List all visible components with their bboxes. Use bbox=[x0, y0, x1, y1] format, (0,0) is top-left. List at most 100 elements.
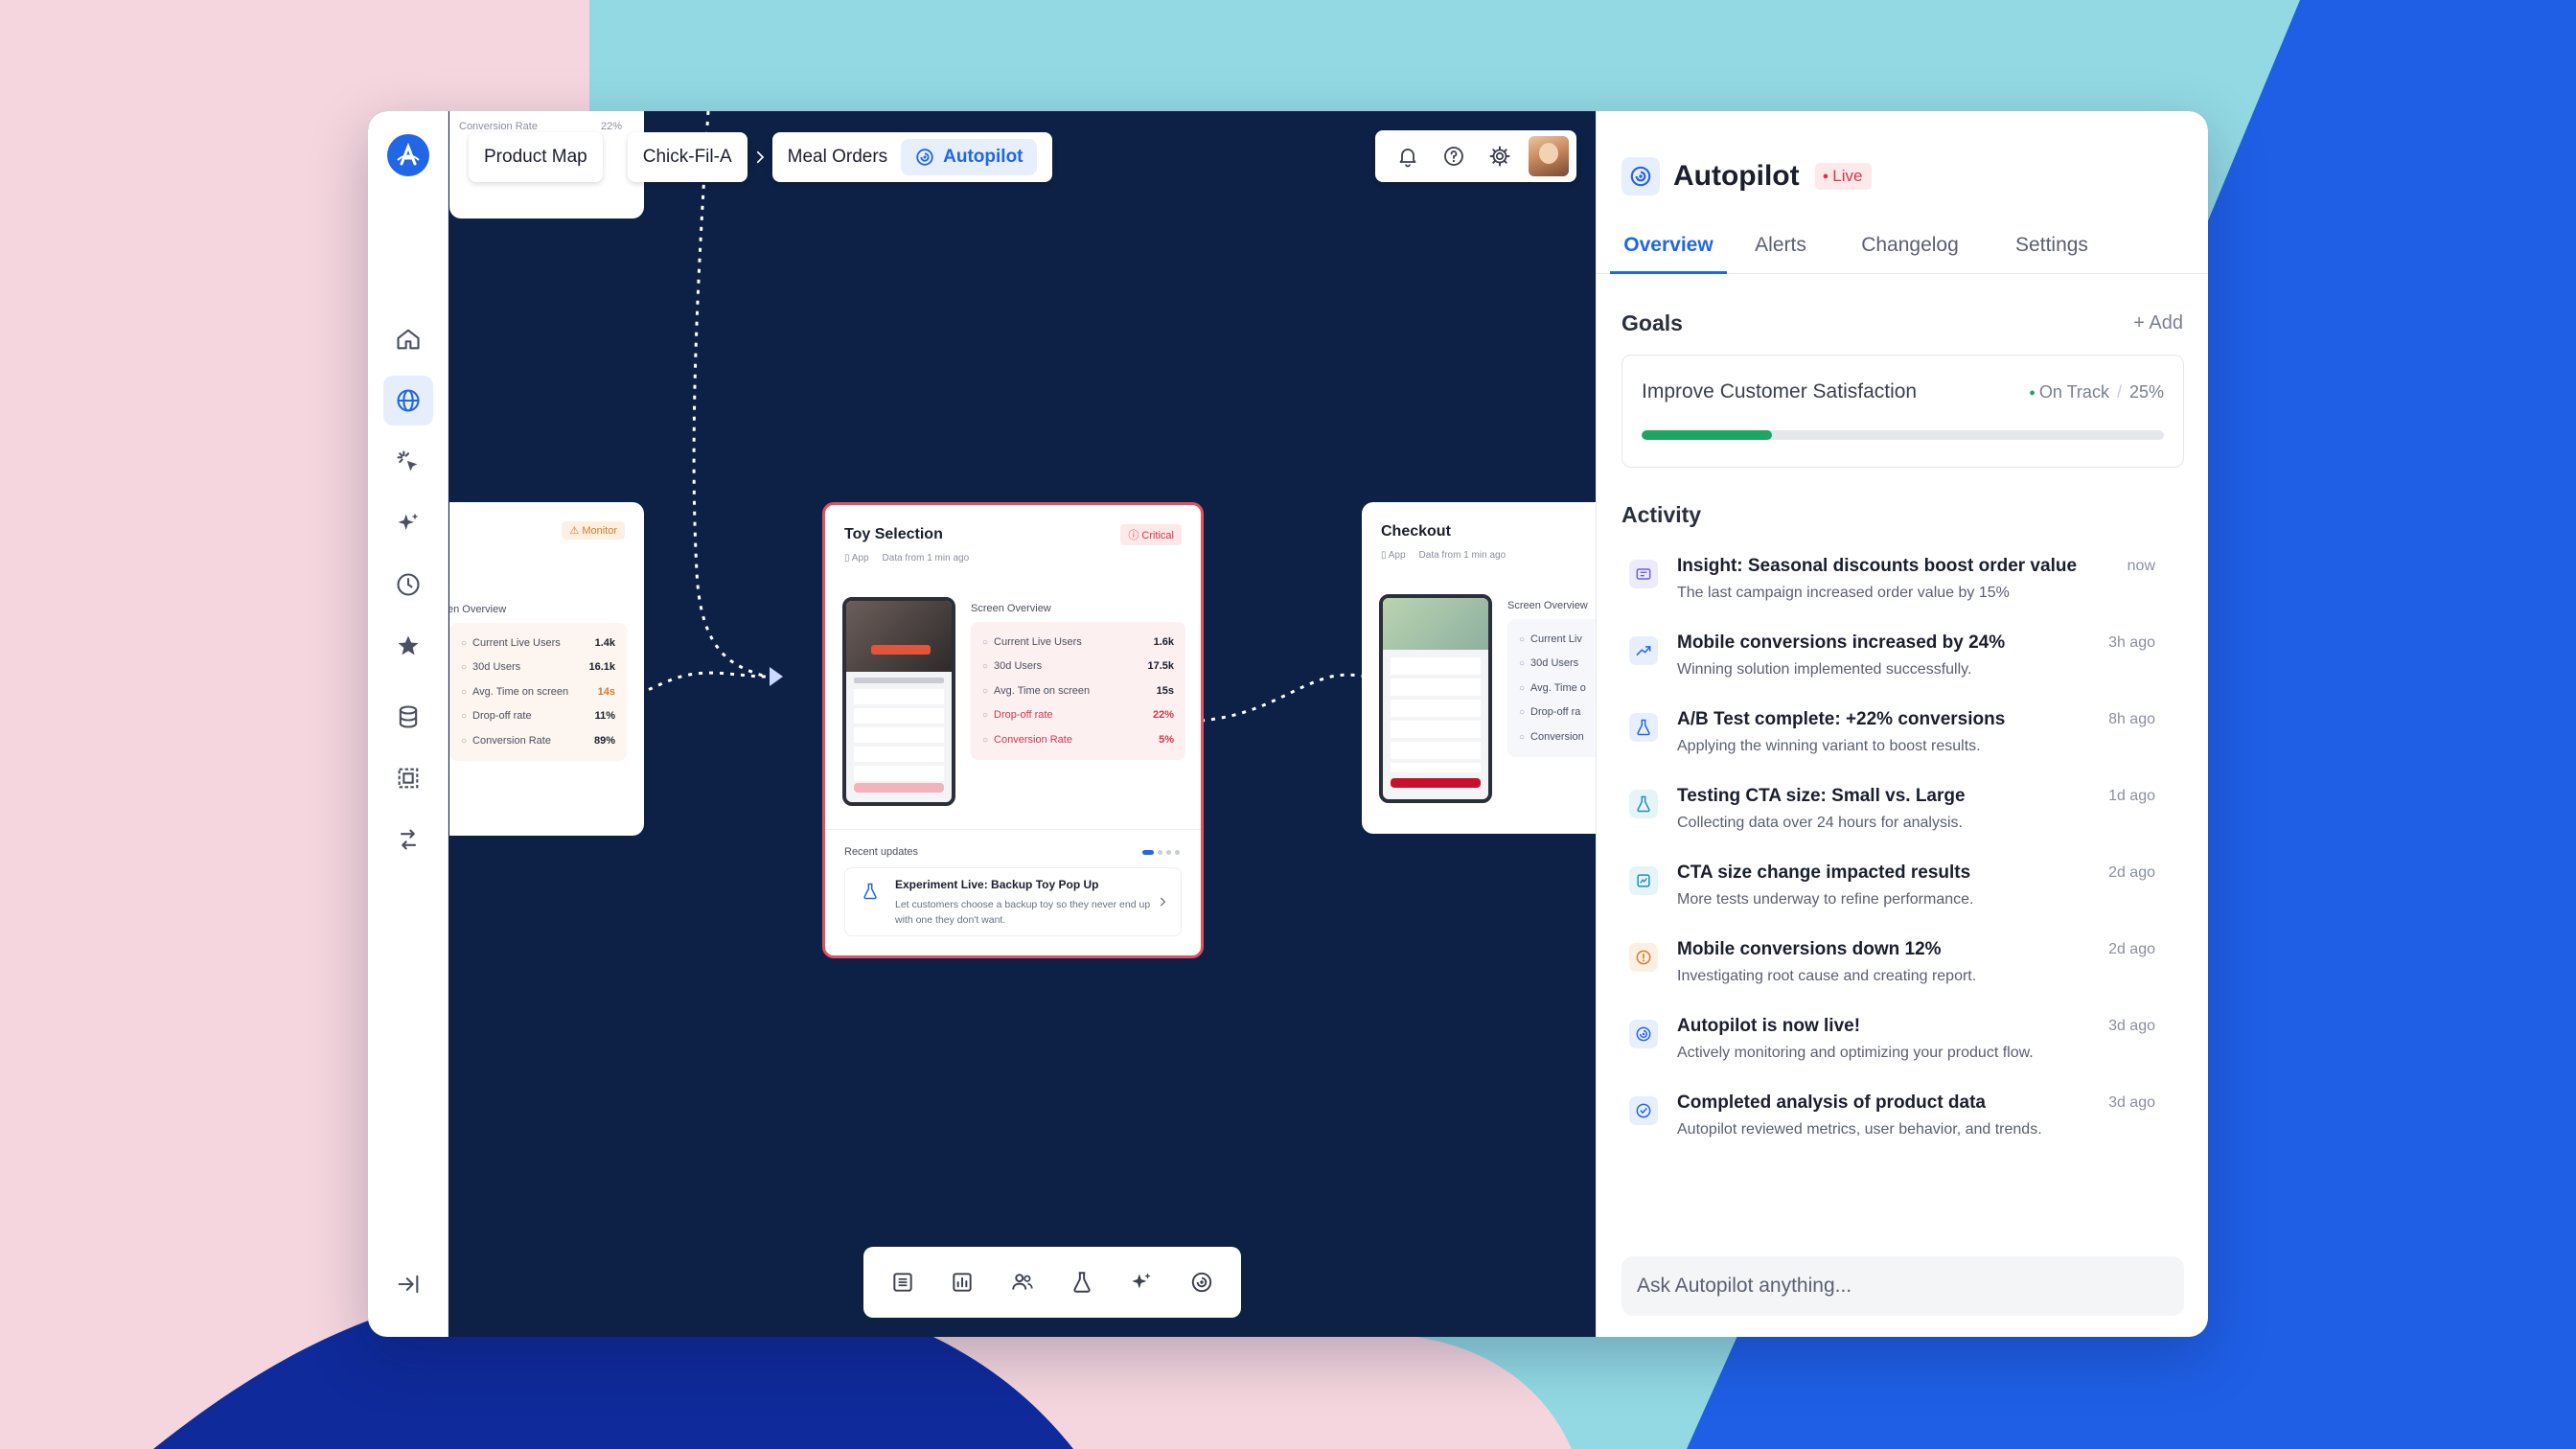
metric-label: Current Liv bbox=[1519, 633, 1582, 645]
sparkles-icon bbox=[1132, 1273, 1152, 1289]
cursor-click-icon bbox=[397, 450, 418, 472]
activity-title: Autopilot is now live! bbox=[1677, 1016, 1861, 1036]
activity-item[interactable]: Autopilot is now live! Actively monitori… bbox=[1622, 1014, 2184, 1091]
activity-item[interactable]: Mobile conversions down 12% Investigatin… bbox=[1622, 937, 2184, 1014]
settings-button[interactable] bbox=[1477, 133, 1523, 179]
activity-item[interactable]: A/B Test complete: +22% conversions Appl… bbox=[1622, 707, 2184, 784]
chart-icon bbox=[1629, 866, 1658, 895]
toolbar-list-button[interactable] bbox=[878, 1257, 928, 1307]
update-item[interactable]: Experiment Live: Backup Toy Pop Up Let c… bbox=[844, 867, 1182, 936]
tab-changelog[interactable]: Changelog bbox=[1848, 226, 1972, 274]
goal-progress-fill bbox=[1642, 430, 1773, 440]
activity-item[interactable]: Insight: Seasonal discounts boost order … bbox=[1622, 554, 2184, 631]
toolbar-ai-button[interactable] bbox=[1116, 1257, 1166, 1307]
autopilot-toggle-pill[interactable]: Autopilot bbox=[901, 139, 1037, 175]
metric-row: Current Live Users 1.4k bbox=[461, 631, 615, 656]
screen-thumbnail[interactable] bbox=[1379, 594, 1492, 803]
autopilot-icon bbox=[1629, 1020, 1658, 1048]
activity-time: 3d ago bbox=[2108, 1018, 2155, 1034]
metric-label: Conversion Rate bbox=[982, 734, 1072, 746]
screen-card-checkout[interactable]: Checkout ▯ App Data from 1 min ago Scree… bbox=[1362, 502, 1596, 834]
sidebar-item-data[interactable] bbox=[383, 692, 433, 742]
activity-item[interactable]: Testing CTA size: Small vs. Large Collec… bbox=[1622, 784, 2184, 861]
panel-header: Autopilot Live bbox=[1622, 157, 1873, 196]
tab-settings[interactable]: Settings bbox=[1999, 226, 2104, 274]
breadcrumb: Product Map Chick-Fil-A Meal Orders Auto… bbox=[469, 132, 1052, 182]
sidebar-rail bbox=[368, 111, 448, 1337]
user-avatar[interactable] bbox=[1529, 136, 1569, 176]
sidebar-item-history[interactable] bbox=[383, 560, 433, 610]
sidebar-item-flows[interactable] bbox=[383, 815, 433, 864]
metric-value: 1.4k bbox=[594, 636, 615, 649]
activity-title: Activity bbox=[1622, 502, 1702, 527]
breadcrumb-meal-orders[interactable]: Meal Orders Autopilot bbox=[771, 132, 1052, 182]
dot bbox=[1166, 850, 1171, 855]
metric-row: Conversion Rate 5% bbox=[982, 727, 1174, 752]
toolbar-experiments-button[interactable] bbox=[1057, 1257, 1107, 1307]
platform-label: ▯ App bbox=[1381, 550, 1406, 561]
activity-time: 2d ago bbox=[2108, 941, 2155, 957]
metric-row: Conversion bbox=[1519, 724, 1596, 749]
partial-metric-row: Conversion Rate 22% bbox=[459, 121, 622, 132]
database-icon bbox=[399, 705, 418, 728]
metric-value: 22% bbox=[1152, 709, 1174, 722]
top-actions bbox=[1375, 130, 1576, 182]
platform-label: ▯ App bbox=[844, 553, 869, 564]
activity-title: Completed analysis of product data bbox=[1677, 1092, 1986, 1113]
app-logo[interactable] bbox=[387, 134, 429, 176]
pagination-dots[interactable] bbox=[1142, 850, 1180, 855]
tab-alerts[interactable]: Alerts bbox=[1742, 226, 1819, 274]
activity-title: Mobile conversions increased by 24% bbox=[1677, 632, 2006, 653]
activity-title: Testing CTA size: Small vs. Large bbox=[1677, 786, 1966, 806]
toolbar-analytics-button[interactable] bbox=[937, 1257, 987, 1307]
trend-up-icon bbox=[1629, 636, 1658, 665]
breadcrumb-chick-fil-a[interactable]: Chick-Fil-A bbox=[627, 132, 748, 182]
activity-description: Collecting data over 24 hours for analys… bbox=[1677, 815, 1963, 831]
goal-status: On Track/25% bbox=[2029, 382, 2164, 402]
panel-tabs: Overview Alerts Changelog Settings bbox=[1597, 226, 2208, 274]
thumbnail-cta bbox=[854, 783, 944, 793]
metric-label: Conversion bbox=[1519, 731, 1584, 743]
product-map-canvas[interactable]: Conversion Rate 22% Product Map Chick-Fi… bbox=[449, 111, 1596, 1337]
metric-label: Conversion Rate bbox=[461, 735, 551, 747]
ask-autopilot-input[interactable] bbox=[1622, 1256, 2184, 1316]
goal-name: Improve Customer Satisfaction bbox=[1642, 380, 1918, 402]
activity-item[interactable]: CTA size change impacted results More te… bbox=[1622, 861, 2184, 937]
metric-row: 30d Users 17.5k bbox=[982, 655, 1174, 679]
activity-item[interactable]: Completed analysis of product data Autop… bbox=[1622, 1091, 2184, 1167]
metric-row: Drop-off ra bbox=[1519, 701, 1596, 725]
metric-row: Avg. Time on screen 14s bbox=[461, 679, 615, 704]
screen-thumbnail[interactable] bbox=[842, 597, 955, 806]
sidebar-item-clicks[interactable] bbox=[383, 437, 433, 487]
autopilot-icon bbox=[1622, 157, 1660, 196]
sidebar-item-ai[interactable] bbox=[383, 498, 433, 548]
sidebar-item-favorites[interactable] bbox=[383, 621, 433, 671]
screen-card-left[interactable]: ⚠ Monitor en Overview Current Live Users… bbox=[449, 502, 644, 836]
metric-value: 17.5k bbox=[1147, 660, 1174, 673]
card-meta: ▯ App Data from 1 min ago bbox=[1381, 550, 1506, 561]
activity-time: 3d ago bbox=[2108, 1094, 2155, 1111]
toolbar-autopilot-button[interactable] bbox=[1177, 1257, 1227, 1307]
sidebar-item-home[interactable] bbox=[383, 314, 433, 364]
globe-icon bbox=[397, 389, 420, 412]
collapse-sidebar-button[interactable] bbox=[383, 1259, 433, 1309]
users-icon bbox=[1012, 1274, 1033, 1290]
update-description: Let customers choose a backup toy so the… bbox=[895, 899, 1151, 926]
tab-overview[interactable]: Overview bbox=[1610, 226, 1727, 274]
sidebar-item-screens[interactable] bbox=[383, 753, 433, 803]
screen-card-toy-selection[interactable]: Toy Selection ⓘ Critical ▯ App Data from… bbox=[822, 502, 1204, 958]
help-button[interactable] bbox=[1431, 133, 1477, 179]
list-icon bbox=[893, 1273, 912, 1292]
card-meta: ▯ App Data from 1 min ago bbox=[844, 553, 969, 564]
notifications-button[interactable] bbox=[1385, 133, 1431, 179]
activity-description: The last campaign increased order value … bbox=[1677, 585, 2010, 601]
add-goal-button[interactable]: + Add bbox=[2133, 312, 2183, 334]
sidebar-item-product-map[interactable] bbox=[383, 376, 433, 426]
toolbar-users-button[interactable] bbox=[998, 1257, 1047, 1307]
metric-value: 1.6k bbox=[1153, 635, 1174, 648]
metric-label: Avg. Time on screen bbox=[461, 686, 568, 698]
goal-card[interactable]: Improve Customer Satisfaction On Track/2… bbox=[1622, 355, 2184, 468]
activity-item[interactable]: Mobile conversions increased by 24% Winn… bbox=[1622, 631, 2184, 707]
breadcrumb-product-map[interactable]: Product Map bbox=[469, 132, 603, 182]
status-badge-critical: ⓘ Critical bbox=[1120, 524, 1182, 545]
